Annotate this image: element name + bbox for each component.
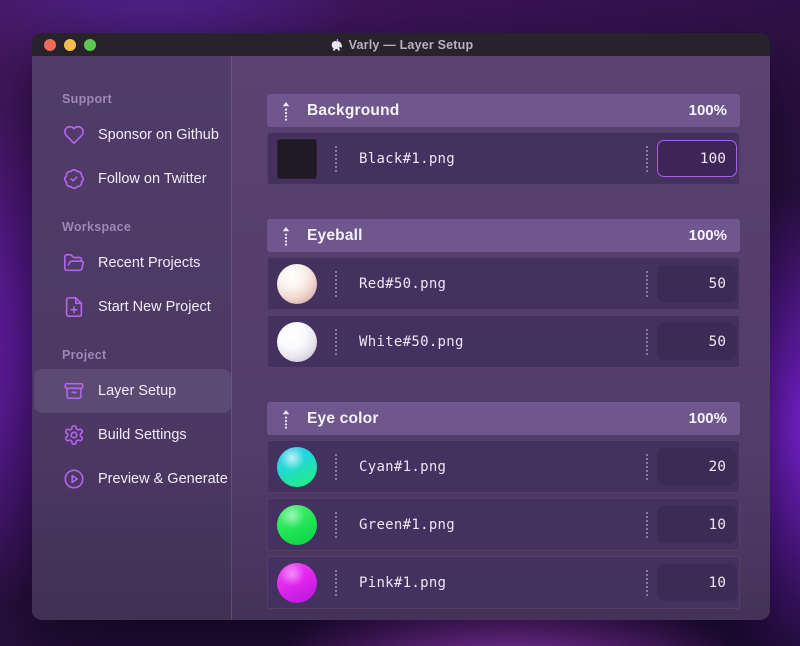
sidebar-item-label: Preview & Generate [98, 471, 228, 487]
layer-row-black-1-png: Black#1.png [267, 132, 740, 185]
archive-icon [63, 380, 85, 402]
layer-row-red-50-png: Red#50.png [267, 257, 740, 310]
folder-open-icon [63, 252, 85, 274]
dotted-divider [335, 453, 337, 480]
drag-handle-icon[interactable] [280, 101, 292, 121]
layer-file-name: Green#1.png [359, 516, 456, 533]
layer-weight-input[interactable] [657, 506, 737, 543]
sidebar-section: Support Sponsor on Github Follow on Twit… [32, 89, 231, 201]
sidebar-item-layer-setup[interactable]: Layer Setup [34, 369, 231, 413]
dotted-divider [335, 511, 337, 538]
sidebar-section-label: Support [62, 92, 113, 106]
sidebar-item-label: Layer Setup [98, 383, 177, 399]
dotted-divider [646, 511, 648, 538]
layer-group-header: Eye color 100% [267, 402, 740, 435]
layer-group-background: Background 100% Black#1.png [267, 94, 740, 185]
layer-list: Background 100% Black#1.png Eyeball 100%… [232, 56, 770, 620]
badge-check-icon [63, 168, 85, 190]
pink-sphere-thumbnail [277, 562, 317, 603]
dotted-divider [335, 145, 337, 172]
dotted-divider [335, 328, 337, 355]
dotted-divider [646, 270, 648, 297]
layer-file-name: Red#50.png [359, 275, 447, 292]
layer-file-name: Cyan#1.png [359, 458, 447, 475]
window-title-text: Varly — Layer Setup [348, 37, 474, 52]
dotted-divider [646, 328, 648, 355]
layer-weight-input[interactable] [657, 323, 737, 360]
dotted-divider [335, 569, 337, 596]
dotted-divider [335, 270, 337, 297]
minimize-button[interactable] [64, 38, 76, 51]
close-button[interactable] [44, 38, 56, 51]
dotted-divider [646, 569, 648, 596]
sidebar-item-label: Start New Project [98, 299, 211, 315]
sidebar: Support Sponsor on Github Follow on Twit… [32, 56, 232, 620]
cyan-sphere-thumbnail [277, 446, 317, 487]
sidebar-item-start-new-project[interactable]: Start New Project [34, 285, 231, 329]
layer-row-pink-1-png: Pink#1.png [267, 556, 740, 609]
layer-weight-input[interactable] [657, 448, 737, 485]
window-title: Varly — Layer Setup [329, 38, 474, 52]
red-sphere-thumbnail [277, 263, 317, 304]
sidebar-item-label: Recent Projects [98, 255, 201, 271]
sidebar-item-label: Build Settings [98, 427, 187, 443]
play-circle-icon [63, 468, 85, 490]
layer-weight-input[interactable] [657, 140, 737, 177]
titlebar: Varly — Layer Setup [32, 33, 770, 56]
drag-handle-icon[interactable] [280, 226, 292, 246]
dotted-divider [646, 453, 648, 480]
sidebar-section-label: Project [62, 348, 107, 362]
sidebar-item-recent-projects[interactable]: Recent Projects [34, 241, 231, 285]
layer-weight-input[interactable] [657, 564, 737, 601]
green-sphere-thumbnail [277, 504, 317, 545]
sidebar-section-label: Workspace [62, 220, 132, 234]
layer-weight-input[interactable] [657, 265, 737, 302]
desktop-background: Varly — Layer Setup Support Sponsor on G… [0, 0, 800, 646]
heart-icon [63, 124, 85, 146]
sidebar-item-sponsor-on-github[interactable]: Sponsor on Github [34, 113, 231, 157]
sidebar-item-build-settings[interactable]: Build Settings [34, 413, 231, 457]
layer-row-white-50-png: White#50.png [267, 315, 740, 368]
file-plus-icon [63, 296, 85, 318]
black-square-thumbnail [277, 138, 317, 179]
white-sphere-thumbnail [277, 321, 317, 362]
gear-icon [63, 424, 85, 446]
window-content: Support Sponsor on Github Follow on Twit… [32, 56, 770, 620]
layer-group-eye-color: Eye color 100% Cyan#1.png Green#1.png Pi… [267, 402, 740, 609]
app-window: Varly — Layer Setup Support Sponsor on G… [32, 33, 770, 620]
sidebar-item-label: Follow on Twitter [98, 171, 207, 187]
sidebar-item-preview-generate[interactable]: Preview & Generate [34, 457, 231, 501]
layer-row-cyan-1-png: Cyan#1.png [267, 440, 740, 493]
layer-file-name: Black#1.png [359, 150, 456, 167]
sidebar-item-label: Sponsor on Github [98, 127, 219, 143]
layer-group-name: Background [307, 101, 400, 119]
layer-group-name: Eye color [307, 409, 379, 427]
layer-group-weight: 100% [688, 102, 727, 119]
layer-group-weight: 100% [688, 227, 727, 244]
layer-group-header: Background 100% [267, 94, 740, 127]
unicorn-icon [331, 38, 342, 51]
traffic-lights [44, 33, 96, 56]
sidebar-section: Project Layer Setup Build Settings Previ… [32, 345, 231, 501]
layer-group-weight: 100% [688, 410, 727, 427]
layer-row-green-1-png: Green#1.png [267, 498, 740, 551]
dotted-divider [646, 145, 648, 172]
drag-handle-icon[interactable] [280, 409, 292, 429]
layer-group-header: Eyeball 100% [267, 219, 740, 252]
sidebar-item-follow-on-twitter[interactable]: Follow on Twitter [34, 157, 231, 201]
layer-group-name: Eyeball [307, 226, 363, 244]
layer-file-name: Pink#1.png [359, 574, 447, 591]
zoom-button[interactable] [84, 38, 96, 51]
layer-file-name: White#50.png [359, 333, 464, 350]
layer-group-eyeball: Eyeball 100% Red#50.png White#50.png [267, 219, 740, 368]
sidebar-section: Workspace Recent Projects Start New Proj… [32, 217, 231, 329]
